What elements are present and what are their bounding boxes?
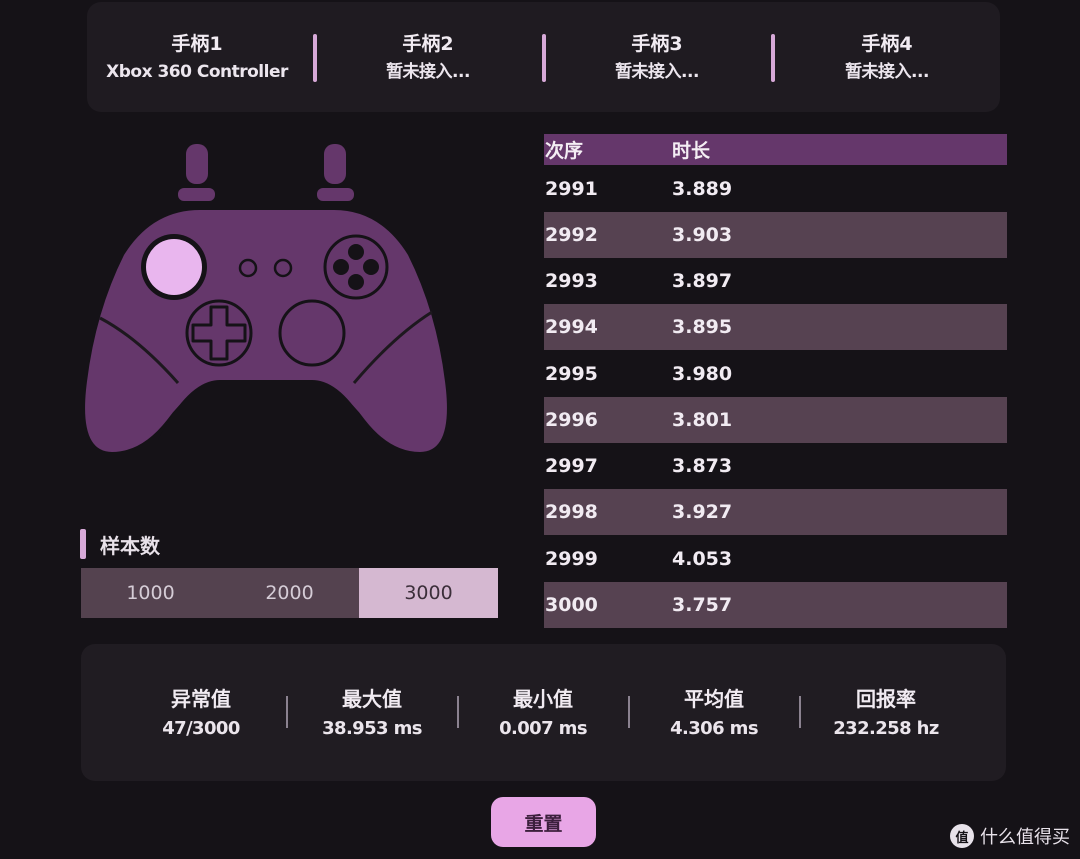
cell-duration: 4.053 bbox=[672, 548, 733, 570]
table-row: 2997 3.873 bbox=[544, 443, 1007, 489]
controller-1-title: 手柄1 bbox=[171, 33, 223, 55]
stat-value: 38.953 ms bbox=[322, 718, 422, 739]
right-trigger bbox=[324, 144, 346, 184]
cell-duration: 3.980 bbox=[672, 363, 733, 385]
gamepad-icon bbox=[85, 144, 447, 452]
x-button-icon bbox=[333, 259, 349, 275]
tab-divider bbox=[313, 34, 317, 82]
cell-order: 3000 bbox=[545, 594, 598, 616]
tab-divider bbox=[771, 34, 775, 82]
table-row: 2991 3.889 bbox=[544, 166, 1007, 212]
cell-duration: 3.895 bbox=[672, 316, 733, 338]
table-row: 2996 3.801 bbox=[544, 397, 1007, 443]
stats-panel: 异常值 47/3000 最大值 38.953 ms 最小值 0.007 ms 平… bbox=[81, 644, 1006, 781]
tab-divider bbox=[542, 34, 546, 82]
cell-order: 2992 bbox=[545, 224, 598, 246]
stat-polling-rate: 回报率 232.258 hz bbox=[811, 684, 961, 744]
left-stick-icon bbox=[146, 239, 202, 295]
header-duration: 时长 bbox=[672, 140, 711, 162]
table-row: 3000 3.757 bbox=[544, 582, 1007, 628]
cell-order: 2993 bbox=[545, 270, 598, 292]
samples-option-3000[interactable]: 3000 bbox=[359, 568, 498, 618]
watermark: 值 什么值得买 bbox=[950, 822, 1070, 850]
stat-average: 平均值 4.306 ms bbox=[639, 684, 789, 744]
cell-order: 2998 bbox=[545, 501, 598, 523]
samples-option-1000[interactable]: 1000 bbox=[81, 568, 220, 618]
cell-order: 2991 bbox=[545, 178, 598, 200]
heading-accent-bar bbox=[80, 529, 86, 559]
stat-value: 232.258 hz bbox=[833, 718, 939, 739]
controller-3-subtitle: 暂未接入... bbox=[615, 62, 699, 82]
cell-order: 2996 bbox=[545, 409, 598, 431]
controller-3-title: 手柄3 bbox=[631, 33, 683, 55]
stat-label: 异常值 bbox=[171, 687, 231, 711]
stat-divider bbox=[628, 696, 630, 728]
samples-heading: 样本数 bbox=[80, 528, 160, 560]
controller-2-title: 手柄2 bbox=[402, 33, 454, 55]
stat-max: 最大值 38.953 ms bbox=[297, 684, 447, 744]
left-trigger bbox=[186, 144, 208, 184]
stat-value: 47/3000 bbox=[162, 718, 240, 739]
cell-order: 2997 bbox=[545, 455, 598, 477]
table-header: 次序 时长 bbox=[544, 134, 1007, 165]
stat-label: 最小值 bbox=[513, 687, 573, 711]
stat-divider bbox=[457, 696, 459, 728]
samples-title: 样本数 bbox=[100, 533, 160, 558]
controller-4-subtitle: 暂未接入... bbox=[845, 62, 929, 82]
stat-outliers: 异常值 47/3000 bbox=[126, 684, 276, 744]
table-row: 2995 3.980 bbox=[544, 351, 1007, 397]
tab-controller-3[interactable]: 手柄3 暂未接入... bbox=[557, 30, 757, 86]
cell-duration: 3.873 bbox=[672, 455, 733, 477]
controller-2-subtitle: 暂未接入... bbox=[386, 62, 470, 82]
stat-divider bbox=[799, 696, 801, 728]
cell-duration: 3.903 bbox=[672, 224, 733, 246]
cell-duration: 3.757 bbox=[672, 594, 733, 616]
tab-controller-4[interactable]: 手柄4 暂未接入... bbox=[787, 30, 987, 86]
cell-duration: 3.801 bbox=[672, 409, 733, 431]
table-row: 2999 4.053 bbox=[544, 536, 1007, 582]
cell-order: 2994 bbox=[545, 316, 598, 338]
table-row: 2994 3.895 bbox=[544, 304, 1007, 350]
stat-min: 最小值 0.007 ms bbox=[468, 684, 618, 744]
samples-option-2000[interactable]: 2000 bbox=[220, 568, 359, 618]
reset-button[interactable]: 重置 bbox=[491, 797, 596, 847]
cell-duration: 3.927 bbox=[672, 501, 733, 523]
tab-controller-1[interactable]: 手柄1 Xbox 360 Controller bbox=[97, 30, 297, 86]
table-row: 2992 3.903 bbox=[544, 212, 1007, 258]
stat-value: 0.007 ms bbox=[499, 718, 587, 739]
cell-duration: 3.897 bbox=[672, 270, 733, 292]
left-bumper bbox=[178, 188, 215, 201]
cell-order: 2999 bbox=[545, 548, 598, 570]
stat-label: 最大值 bbox=[342, 687, 402, 711]
controller-4-title: 手柄4 bbox=[861, 33, 913, 55]
watermark-logo-icon: 值 bbox=[950, 824, 974, 848]
tab-controller-2[interactable]: 手柄2 暂未接入... bbox=[328, 30, 528, 86]
controller-tabs-panel: 手柄1 Xbox 360 Controller 手柄2 暂未接入... 手柄3 … bbox=[87, 2, 1000, 112]
cell-order: 2995 bbox=[545, 363, 598, 385]
y-button-icon bbox=[348, 244, 364, 260]
cell-duration: 3.889 bbox=[672, 178, 733, 200]
stat-label: 回报率 bbox=[856, 687, 916, 711]
stat-label: 平均值 bbox=[684, 687, 744, 711]
b-button-icon bbox=[363, 259, 379, 275]
a-button-icon bbox=[348, 274, 364, 290]
stat-value: 4.306 ms bbox=[670, 718, 758, 739]
watermark-text: 什么值得买 bbox=[980, 827, 1070, 848]
header-order: 次序 bbox=[545, 140, 584, 162]
right-bumper bbox=[317, 188, 354, 201]
stat-divider bbox=[286, 696, 288, 728]
table-row: 2998 3.927 bbox=[544, 489, 1007, 535]
controller-1-subtitle: Xbox 360 Controller bbox=[106, 62, 288, 82]
table-row: 2993 3.897 bbox=[544, 258, 1007, 304]
